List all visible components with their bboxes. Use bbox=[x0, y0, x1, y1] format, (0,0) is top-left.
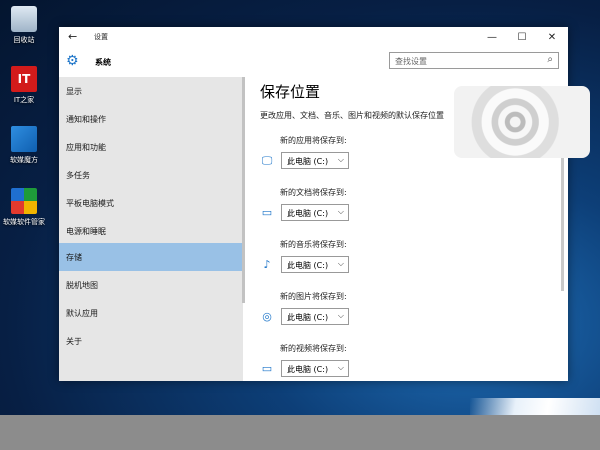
save-location-label: 新的图片将保存到: bbox=[280, 292, 347, 301]
select-value: 此电脑 (C:) bbox=[287, 157, 329, 166]
sidebar-item-display[interactable]: 显示 bbox=[59, 77, 243, 105]
desktop-icon-ithome[interactable]: IT IT之家 bbox=[0, 66, 48, 105]
sidebar-item-offline-maps[interactable]: 脱机地图 bbox=[59, 271, 243, 299]
chevron-down-icon: ⌵ bbox=[337, 363, 344, 372]
page-description: 更改应用、文档、音乐、图片和视频的默认保存位置 bbox=[260, 111, 444, 120]
sidebar-item-power-sleep[interactable]: 电源和睡眠 bbox=[59, 217, 243, 245]
title-bar: ← 设置 — ☐ ✕ bbox=[59, 27, 568, 47]
sidebar-item-label: 应用和功能 bbox=[66, 143, 106, 152]
page-title: 保存位置 bbox=[260, 83, 321, 101]
sidebar-item-tablet-mode[interactable]: 平板电脑模式 bbox=[59, 189, 243, 217]
desktop-icon-label: 软媒软件管家 bbox=[3, 218, 45, 226]
video-camera-icon: ▭ bbox=[261, 362, 273, 375]
documents-location-select[interactable]: 此电脑 (C:) ⌵ bbox=[281, 204, 349, 221]
maximize-button[interactable]: ☐ bbox=[507, 27, 537, 47]
desktop-icon-label: 回收站 bbox=[13, 36, 35, 44]
sidebar-item-label: 显示 bbox=[66, 87, 82, 96]
sidebar-item-apps[interactable]: 应用和功能 bbox=[59, 133, 243, 161]
decorative-wallpaper-light bbox=[470, 398, 600, 415]
section-title: 系统 bbox=[95, 58, 111, 67]
desktop-icon-mofang[interactable]: 软媒魔方 bbox=[0, 126, 48, 165]
monitor-icon: 🖵 bbox=[261, 154, 273, 167]
recycle-bin-icon bbox=[11, 6, 37, 32]
camera-icon: ◎ bbox=[262, 310, 272, 323]
sidebar-item-label: 电源和睡眠 bbox=[66, 227, 106, 236]
sidebar: 显示 通知和操作 应用和功能 多任务 平板电脑模式 电源和睡眠 存储 脱机地图 … bbox=[59, 77, 243, 381]
save-location-label: 新的应用将保存到: bbox=[280, 136, 347, 145]
save-location-label: 新的音乐将保存到: bbox=[280, 240, 347, 249]
save-location-label: 新的文档将保存到: bbox=[280, 188, 347, 197]
sidebar-item-label: 默认应用 bbox=[66, 309, 98, 318]
apps-location-select[interactable]: 此电脑 (C:) ⌵ bbox=[281, 152, 349, 169]
taskbar bbox=[0, 415, 600, 450]
decorative-swirl-graphic bbox=[454, 86, 590, 158]
search-input[interactable]: 查找设置 ⌕ bbox=[389, 52, 559, 69]
select-value: 此电脑 (C:) bbox=[287, 261, 329, 270]
sidebar-item-label: 通知和操作 bbox=[66, 115, 106, 124]
chevron-down-icon: ⌵ bbox=[337, 259, 344, 268]
sidebar-item-label: 存储 bbox=[66, 253, 82, 262]
desktop-icon-label: IT之家 bbox=[13, 96, 35, 104]
select-value: 此电脑 (C:) bbox=[287, 209, 329, 218]
window-title: 设置 bbox=[94, 33, 108, 41]
desktop-icon-recycle-bin[interactable]: 回收站 bbox=[0, 6, 48, 45]
ruanmei-software-manager-icon bbox=[11, 188, 37, 214]
sidebar-item-notifications[interactable]: 通知和操作 bbox=[59, 105, 243, 133]
select-value: 此电脑 (C:) bbox=[287, 313, 329, 322]
settings-window: ← 设置 — ☐ ✕ ⚙ 系统 查找设置 ⌕ 显示 通知和操作 应用和功能 多任… bbox=[59, 27, 568, 381]
sidebar-item-label: 关于 bbox=[66, 337, 82, 346]
search-icon[interactable]: ⌕ bbox=[547, 54, 553, 65]
document-drive-icon: ▭ bbox=[261, 206, 273, 219]
close-button[interactable]: ✕ bbox=[537, 27, 567, 47]
gear-icon: ⚙ bbox=[66, 53, 79, 69]
videos-location-select[interactable]: 此电脑 (C:) ⌵ bbox=[281, 360, 349, 377]
music-location-select[interactable]: 此电脑 (C:) ⌵ bbox=[281, 256, 349, 273]
search-placeholder: 查找设置 bbox=[395, 57, 427, 66]
save-location-label: 新的视频将保存到: bbox=[280, 344, 347, 353]
music-note-icon: ♪ bbox=[263, 258, 271, 271]
sidebar-item-default-apps[interactable]: 默认应用 bbox=[59, 299, 243, 327]
chevron-down-icon: ⌵ bbox=[337, 311, 344, 320]
sidebar-item-about[interactable]: 关于 bbox=[59, 327, 243, 355]
settings-header: ⚙ 系统 查找设置 ⌕ bbox=[59, 47, 568, 77]
desktop-icon-software-manager[interactable]: 软媒软件管家 bbox=[0, 188, 48, 227]
sidebar-item-label: 平板电脑模式 bbox=[66, 199, 114, 208]
minimize-button[interactable]: — bbox=[477, 27, 507, 47]
chevron-down-icon: ⌵ bbox=[337, 207, 344, 216]
chevron-down-icon: ⌵ bbox=[337, 155, 344, 164]
desktop-icon-label: 软媒魔方 bbox=[10, 156, 38, 164]
select-value: 此电脑 (C:) bbox=[287, 365, 329, 374]
sidebar-item-multitasking[interactable]: 多任务 bbox=[59, 161, 243, 189]
back-arrow-icon[interactable]: ← bbox=[68, 30, 77, 43]
sidebar-item-label: 脱机地图 bbox=[66, 281, 98, 290]
sidebar-item-storage[interactable]: 存储 bbox=[59, 243, 243, 271]
sidebar-item-label: 多任务 bbox=[66, 171, 90, 180]
pictures-location-select[interactable]: 此电脑 (C:) ⌵ bbox=[281, 308, 349, 325]
ithome-app-icon: IT bbox=[11, 66, 37, 92]
ruanmei-mofang-icon bbox=[11, 126, 37, 152]
